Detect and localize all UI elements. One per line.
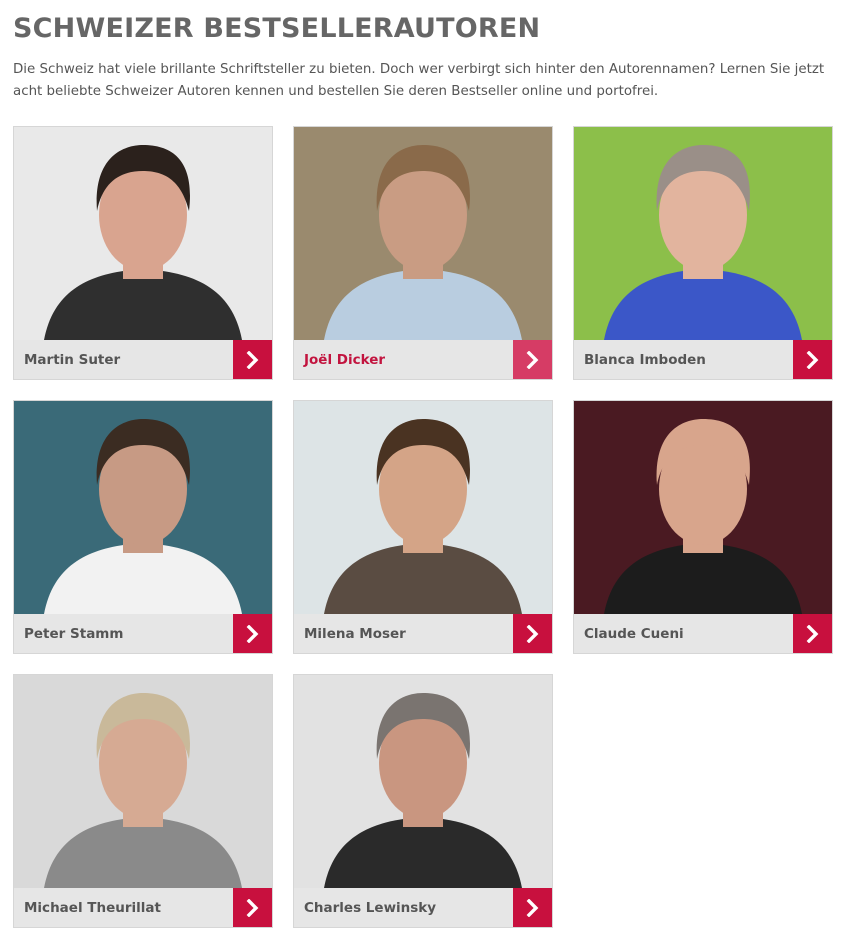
chevron-right-icon — [806, 350, 818, 369]
chevron-right-icon — [246, 624, 258, 643]
author-name[interactable]: Milena Moser — [304, 614, 406, 654]
author-photo[interactable] — [574, 401, 832, 614]
author-name[interactable]: Joël Dicker — [304, 340, 385, 380]
author-photo[interactable] — [294, 401, 552, 614]
author-caption[interactable]: Blanca Imboden — [574, 340, 793, 379]
author-arrow-button[interactable] — [793, 340, 832, 379]
author-caption[interactable]: Michael Theurillat — [14, 888, 233, 927]
author-name[interactable]: Peter Stamm — [24, 614, 123, 654]
author-photo[interactable] — [14, 127, 272, 340]
author-grid: Martin Suter Joël Dicker Blanca Imboden … — [13, 126, 833, 928]
portrait-image — [294, 675, 552, 888]
author-card-blanca-imboden[interactable]: Blanca Imboden — [573, 126, 833, 380]
intro-text: Die Schweiz hat viele brillante Schrifts… — [13, 62, 825, 99]
portrait-image — [294, 127, 552, 340]
portrait-image — [574, 127, 832, 340]
author-arrow-button[interactable] — [513, 614, 552, 653]
author-arrow-button[interactable] — [513, 888, 552, 927]
author-caption[interactable]: Milena Moser — [294, 614, 513, 653]
author-name[interactable]: Martin Suter — [24, 340, 120, 380]
portrait-image — [14, 401, 272, 614]
author-photo[interactable] — [294, 675, 552, 888]
chevron-right-icon — [806, 624, 818, 643]
author-card-joel-dicker[interactable]: Joël Dicker — [293, 126, 553, 380]
author-caption[interactable]: Peter Stamm — [14, 614, 233, 653]
author-caption[interactable]: Joël Dicker — [294, 340, 513, 379]
author-caption[interactable]: Martin Suter — [14, 340, 233, 379]
portrait-image — [14, 127, 272, 340]
author-photo[interactable] — [14, 401, 272, 614]
author-arrow-button[interactable] — [513, 340, 552, 379]
author-card-martin-suter[interactable]: Martin Suter — [13, 126, 273, 380]
author-photo[interactable] — [574, 127, 832, 340]
author-card-milena-moser[interactable]: Milena Moser — [293, 400, 553, 654]
author-caption[interactable]: Charles Lewinsky — [294, 888, 513, 927]
author-photo[interactable] — [294, 127, 552, 340]
author-photo[interactable] — [14, 675, 272, 888]
author-arrow-button[interactable] — [233, 888, 272, 927]
chevron-right-icon — [526, 898, 538, 917]
author-name[interactable]: Charles Lewinsky — [304, 888, 436, 928]
chevron-right-icon — [526, 350, 538, 369]
portrait-image — [574, 401, 832, 614]
author-caption[interactable]: Claude Cueni — [574, 614, 793, 653]
portrait-image — [14, 675, 272, 888]
author-name[interactable]: Michael Theurillat — [24, 888, 161, 928]
author-card-peter-stamm[interactable]: Peter Stamm — [13, 400, 273, 654]
portrait-image — [294, 401, 552, 614]
author-card-michael-theurillat[interactable]: Michael Theurillat — [13, 674, 273, 928]
author-arrow-button[interactable] — [793, 614, 832, 653]
author-name[interactable]: Claude Cueni — [584, 614, 684, 654]
author-arrow-button[interactable] — [233, 340, 272, 379]
page-title: SCHWEIZER BESTSELLERAUTOREN — [13, 13, 541, 44]
chevron-right-icon — [246, 350, 258, 369]
author-card-claude-cueni[interactable]: Claude Cueni — [573, 400, 833, 654]
author-name[interactable]: Blanca Imboden — [584, 340, 706, 380]
chevron-right-icon — [246, 898, 258, 917]
author-card-charles-lewinsky[interactable]: Charles Lewinsky — [293, 674, 553, 928]
author-arrow-button[interactable] — [233, 614, 272, 653]
chevron-right-icon — [526, 624, 538, 643]
